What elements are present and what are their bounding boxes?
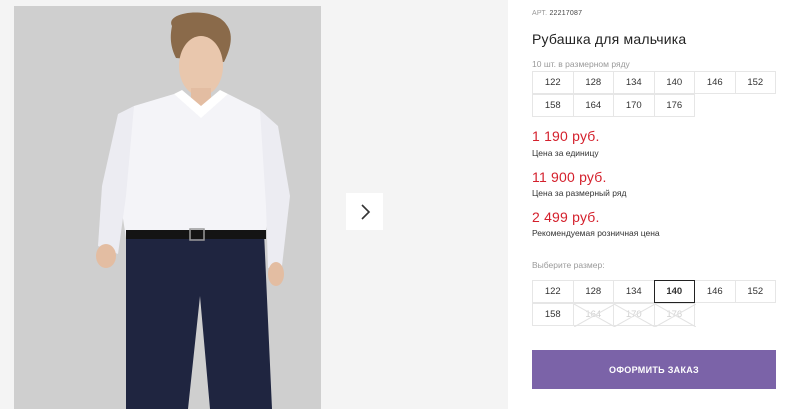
size-option-176-disabled: 176 (653, 303, 696, 327)
size-option-140-selected[interactable]: 140 (653, 280, 695, 303)
pack-size-cell: 158 (532, 94, 574, 117)
chevron-right-icon (360, 203, 370, 220)
size-picker-label: Выберите размер: (532, 260, 605, 270)
unavailable-cross-icon (573, 304, 615, 327)
size-option-164-disabled: 164 (572, 303, 615, 327)
pack-size-cell: 134 (613, 71, 655, 94)
size-picker-row: 158 164 170 176 (532, 303, 781, 327)
size-option-146[interactable]: 146 (694, 280, 736, 303)
size-picker-grid: 122 128 134 140 146 152 158 164 170 176 (532, 280, 781, 327)
pack-size-cell: 140 (653, 71, 695, 94)
size-option-158[interactable]: 158 (532, 303, 574, 326)
pack-size-cell: 152 (734, 71, 776, 94)
unit-price: 1 190 руб. (532, 128, 600, 144)
pack-label: 10 шт. в размерном ряду (532, 59, 630, 69)
size-option-152[interactable]: 152 (734, 280, 776, 303)
pack-size-row: 122 128 134 140 146 152 (532, 71, 781, 94)
size-picker-row: 122 128 134 140 146 152 (532, 280, 781, 303)
pack-price-label: Цена за размерный ряд (532, 188, 627, 198)
article-number: АРТ. 22217087 (532, 10, 582, 17)
place-order-button[interactable]: ОФОРМИТЬ ЗАКАЗ (532, 350, 776, 389)
retail-price-label: Рекомендуемая розничная цена (532, 228, 660, 238)
pack-size-cell: 170 (613, 94, 655, 117)
size-option-128[interactable]: 128 (572, 280, 614, 303)
article-prefix: АРТ. (532, 10, 548, 17)
product-gallery (0, 0, 508, 409)
gallery-next-button[interactable] (346, 193, 383, 230)
size-option-122[interactable]: 122 (532, 280, 574, 303)
unavailable-cross-icon (614, 304, 655, 327)
pack-size-cell: 146 (694, 71, 736, 94)
product-photo-illustration (14, 6, 321, 409)
unit-price-label: Цена за единицу (532, 148, 599, 158)
pack-size-cell: 122 (532, 71, 574, 94)
pack-size-grid: 122 128 134 140 146 152 158 164 170 176 (532, 71, 781, 117)
size-option-134[interactable]: 134 (613, 280, 655, 303)
pack-size-cell: 176 (653, 94, 695, 117)
pack-size-cell: 128 (572, 71, 614, 94)
size-option-170-disabled: 170 (613, 303, 655, 327)
product-photo (14, 6, 321, 409)
pack-price: 11 900 руб. (532, 169, 607, 185)
pack-size-row: 158 164 170 176 (532, 94, 781, 117)
pack-size-cell: 164 (572, 94, 614, 117)
retail-price: 2 499 руб. (532, 209, 600, 225)
product-title: Рубашка для мальчика (532, 31, 687, 47)
article-value: 22217087 (549, 10, 583, 17)
unavailable-cross-icon (654, 304, 696, 327)
